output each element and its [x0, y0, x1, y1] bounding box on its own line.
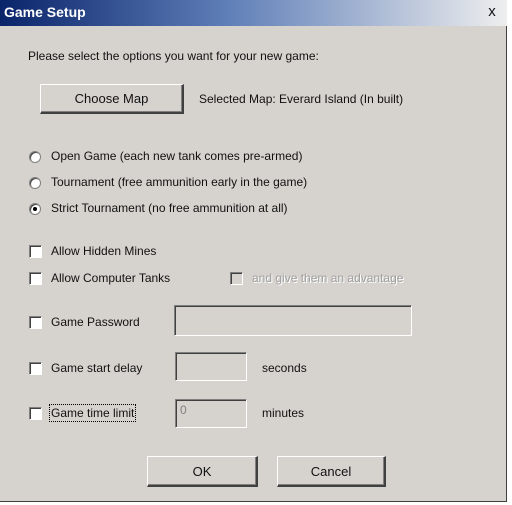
ok-label: OK [192, 463, 212, 479]
advantage-label: and give them an advantage [252, 271, 404, 285]
title-bar[interactable]: Game Setup x [0, 0, 507, 26]
open-game-radio[interactable] [29, 151, 41, 163]
strict-tournament-label[interactable]: Strict Tournament (no free ammunition at… [51, 201, 288, 215]
choose-map-label: Choose Map [74, 91, 149, 106]
instructions-label: Please select the options you want for y… [28, 49, 319, 63]
game-password-input[interactable] [174, 305, 412, 336]
ok-button[interactable]: OK [147, 456, 258, 487]
time-limit-unit: minutes [262, 406, 305, 420]
advantage-checkbox[interactable] [230, 272, 243, 285]
hidden-mines-label[interactable]: Allow Hidden Mines [51, 244, 156, 258]
time-limit-input[interactable]: 0 [175, 399, 247, 428]
computer-tanks-checkbox[interactable] [29, 272, 42, 285]
cancel-button[interactable]: Cancel [277, 456, 386, 487]
time-limit-label[interactable]: Game time limit [48, 404, 137, 422]
start-delay-label[interactable]: Game start delay [51, 361, 142, 375]
computer-tanks-label[interactable]: Allow Computer Tanks [51, 271, 170, 285]
tournament-radio[interactable] [29, 177, 41, 189]
selected-map-label: Selected Map: Everard Island (In built) [199, 92, 404, 106]
close-icon[interactable]: x [483, 3, 501, 21]
game-password-label[interactable]: Game Password [51, 315, 140, 329]
tournament-label[interactable]: Tournament (free ammunition early in the… [51, 175, 307, 189]
strict-tournament-radio[interactable] [29, 203, 41, 215]
start-delay-unit: seconds [262, 361, 307, 375]
choose-map-button[interactable]: Choose Map [40, 84, 184, 114]
start-delay-input[interactable] [175, 352, 247, 381]
game-password-checkbox[interactable] [29, 316, 42, 329]
game-setup-dialog: Game Setup x Please select the options y… [0, 0, 507, 502]
hidden-mines-checkbox[interactable] [29, 245, 42, 258]
open-game-label[interactable]: Open Game (each new tank comes pre-armed… [51, 149, 302, 163]
cancel-label: Cancel [310, 463, 352, 479]
time-limit-checkbox[interactable] [29, 407, 42, 420]
start-delay-checkbox[interactable] [29, 362, 42, 375]
window-title: Game Setup [4, 4, 86, 20]
